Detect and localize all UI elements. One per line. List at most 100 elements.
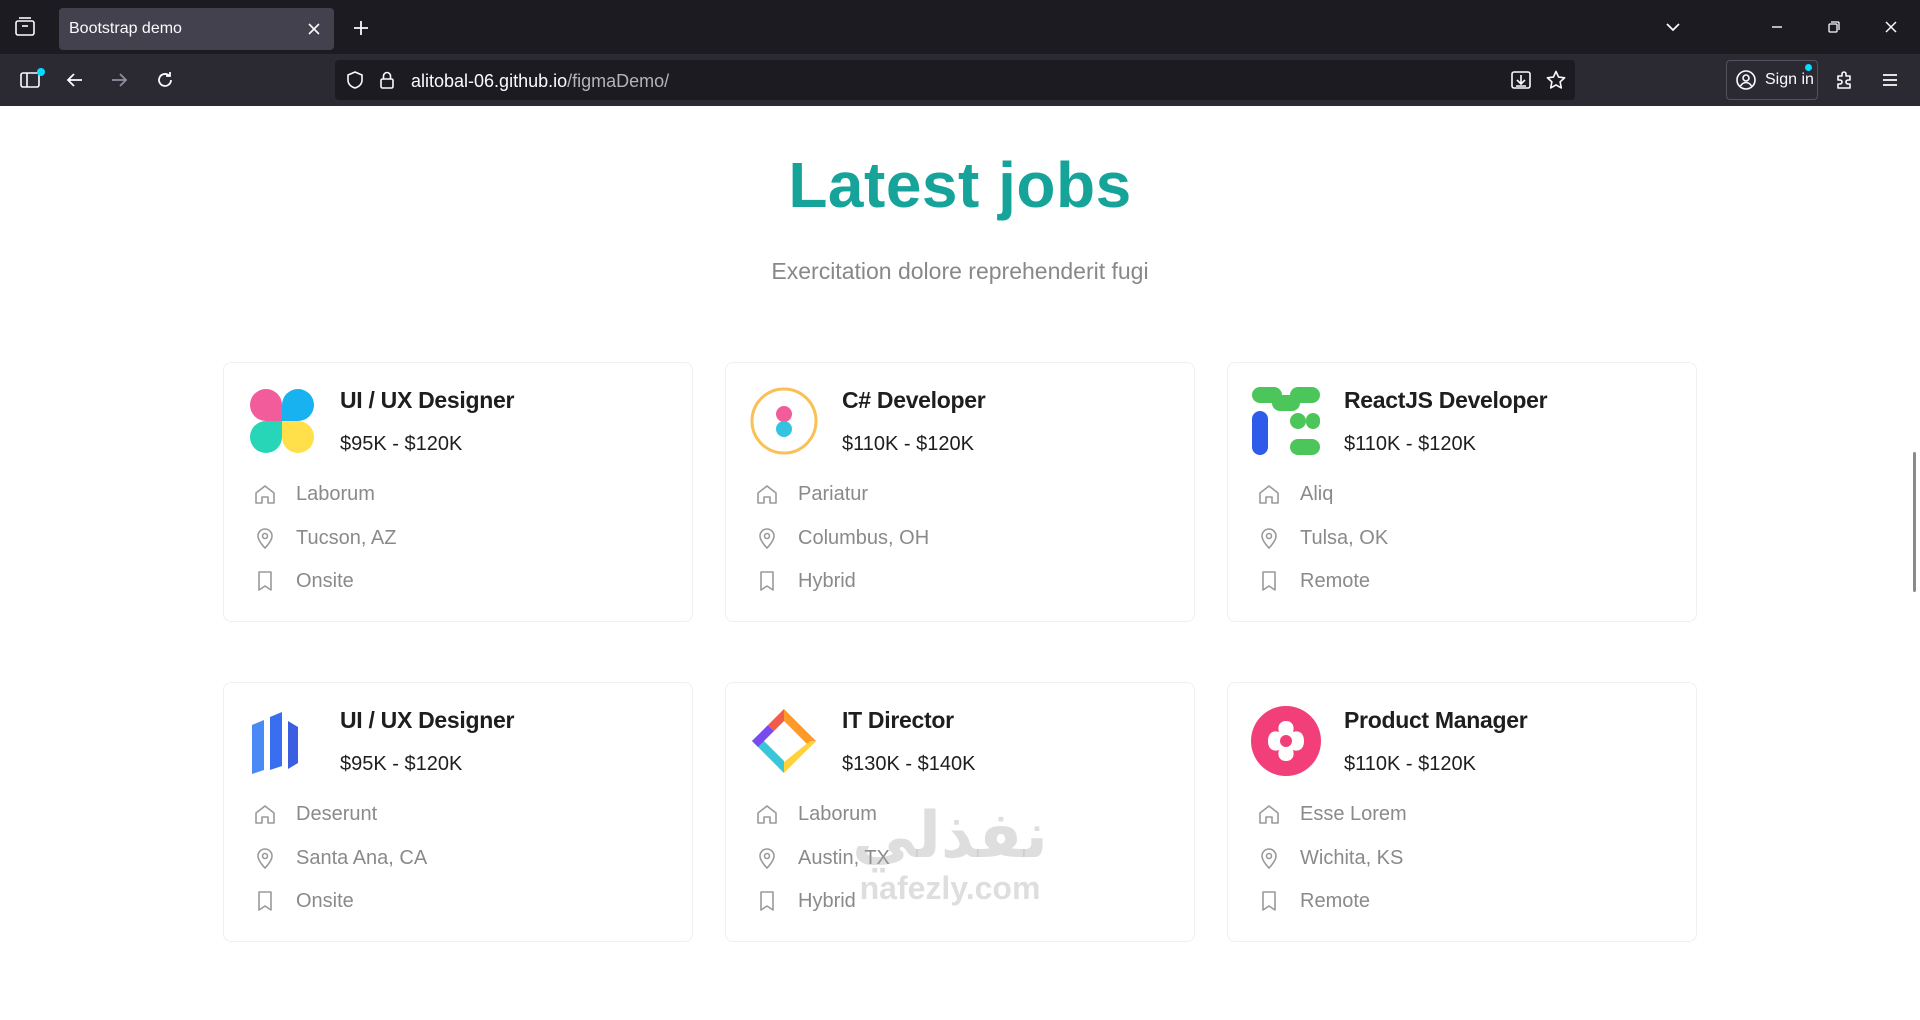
notification-dot	[37, 68, 45, 76]
job-card[interactable]: UI / UX Designer $95K - $120K Laborum Tu…	[223, 362, 693, 622]
map-pin-icon	[1256, 845, 1282, 871]
job-card[interactable]: C# Developer $110K - $120K Pariatur Colu…	[725, 362, 1195, 622]
green-pills-logo-icon	[1252, 387, 1320, 455]
pink-flower-logo-icon	[1251, 706, 1321, 776]
job-salary: $110K - $120K	[842, 433, 974, 455]
arrow-left-icon	[66, 73, 82, 87]
job-type-row: Onsite	[252, 886, 354, 916]
map-pin-icon	[754, 525, 780, 551]
map-pin-icon	[754, 845, 780, 871]
job-type: Hybrid	[798, 569, 856, 592]
bookmark-icon	[252, 568, 278, 594]
sidebar-toggle-button[interactable]	[13, 64, 47, 96]
job-location: Santa Ana, CA	[296, 846, 428, 869]
arrow-right-icon	[112, 73, 128, 87]
sign-in-label: Sign in	[1765, 71, 1814, 88]
shield-icon	[347, 71, 363, 89]
job-title[interactable]: ReactJS Developer	[1344, 387, 1548, 414]
close-icon	[1885, 21, 1897, 33]
bookmark-icon	[754, 568, 780, 594]
job-location-row: Tucson, AZ	[252, 523, 396, 553]
browser-nav-bar: alitobal-06.github.io/figmaDemo/ Sign in	[0, 54, 1920, 106]
bookmark-icon	[754, 888, 780, 914]
map-pin-icon	[252, 525, 278, 551]
scrollbar-thumb[interactable]	[1913, 452, 1916, 592]
home-icon	[252, 801, 278, 827]
map-pin-icon	[252, 845, 278, 871]
job-company-row: Deserunt	[252, 799, 377, 829]
job-title[interactable]: IT Director	[842, 707, 954, 734]
job-salary: $130K - $140K	[842, 753, 976, 775]
restore-button[interactable]	[1817, 12, 1851, 42]
job-card[interactable]: UI / UX Designer $95K - $120K Deserunt S…	[223, 682, 693, 942]
forward-button[interactable]	[102, 64, 136, 96]
job-company-row: Esse Lorem	[1256, 799, 1407, 829]
job-company-row: Aliq	[1256, 479, 1333, 509]
job-company: Deserunt	[296, 802, 378, 825]
watermark: نفذلي nafezly.com	[820, 800, 1080, 906]
puzzle-icon	[1837, 71, 1851, 89]
job-location: Columbus, OH	[798, 526, 930, 549]
job-card[interactable]: Product Manager $110K - $120K Esse Lorem…	[1227, 682, 1697, 942]
job-title[interactable]: UI / UX Designer	[340, 707, 514, 734]
job-company: Aliq	[1300, 482, 1334, 505]
plus-icon	[354, 21, 368, 35]
tracking-protection-button[interactable]	[341, 66, 369, 94]
job-type: Remote	[1300, 569, 1371, 592]
home-icon	[1256, 481, 1282, 507]
job-location-row: Columbus, OH	[754, 523, 929, 553]
rainbow-diamond-logo-icon	[752, 709, 816, 773]
map-pin-icon	[1256, 525, 1282, 551]
notification-dot	[1805, 64, 1812, 71]
url-host: alitobal-06.github.io	[411, 71, 568, 91]
home-icon	[1256, 801, 1282, 827]
app-menu-button[interactable]	[1873, 64, 1907, 96]
new-tab-button[interactable]	[346, 13, 376, 43]
minimize-button[interactable]	[1760, 12, 1794, 42]
browser-tab-bar: Bootstrap demo	[0, 0, 1920, 54]
home-icon	[754, 801, 780, 827]
petals-logo-icon	[250, 389, 314, 453]
watermark-latin: nafezly.com	[859, 870, 1041, 906]
tab-list-button[interactable]	[10, 12, 40, 42]
hamburger-menu-icon	[1883, 74, 1897, 86]
url-bar[interactable]: alitobal-06.github.io/figmaDemo/	[335, 60, 1575, 100]
job-type: Onsite	[296, 889, 354, 912]
job-type-row: Onsite	[252, 566, 354, 596]
tab-title: Bootstrap demo	[69, 20, 182, 37]
job-company: Pariatur	[798, 482, 869, 505]
job-type-row: Remote	[1256, 886, 1370, 916]
page-title: Latest jobs	[788, 149, 1132, 221]
lock-icon	[380, 71, 394, 89]
job-salary: $95K - $120K	[340, 753, 463, 775]
page-subtitle: Exercitation dolore reprehenderit fugi	[771, 258, 1149, 284]
reload-button[interactable]	[148, 64, 182, 96]
sign-in-button[interactable]: Sign in	[1726, 60, 1818, 100]
tab-close-button[interactable]	[302, 17, 326, 41]
job-title[interactable]: Product Manager	[1344, 707, 1528, 734]
job-salary: $110K - $120K	[1344, 433, 1476, 455]
job-location-row: Santa Ana, CA	[252, 843, 427, 873]
ring-dots-logo-icon	[750, 387, 818, 455]
job-location-row: Wichita, KS	[1256, 843, 1403, 873]
extensions-button[interactable]	[1828, 64, 1862, 96]
url-path: /figmaDemo/	[567, 71, 670, 91]
close-window-button[interactable]	[1874, 12, 1908, 42]
job-location: Wichita, KS	[1300, 846, 1404, 869]
url-text[interactable]: alitobal-06.github.io/figmaDemo/	[411, 71, 669, 92]
back-button[interactable]	[58, 64, 92, 96]
active-tab[interactable]: Bootstrap demo	[59, 8, 334, 50]
job-title[interactable]: UI / UX Designer	[340, 387, 514, 414]
save-to-pocket-button[interactable]	[1507, 66, 1535, 94]
job-location: Tulsa, OK	[1300, 526, 1389, 549]
bookmark-star-button[interactable]	[1542, 66, 1570, 94]
job-location-row: Tulsa, OK	[1256, 523, 1388, 553]
site-info-button[interactable]	[373, 66, 401, 94]
job-title[interactable]: C# Developer	[842, 387, 986, 414]
job-card[interactable]: ReactJS Developer $110K - $120K Aliq Tul…	[1227, 362, 1697, 622]
job-type: Onsite	[296, 569, 354, 592]
job-company: Esse Lorem	[1300, 802, 1407, 825]
chevron-down-icon	[1666, 23, 1680, 32]
home-icon	[252, 481, 278, 507]
list-all-tabs-button[interactable]	[1656, 12, 1690, 42]
